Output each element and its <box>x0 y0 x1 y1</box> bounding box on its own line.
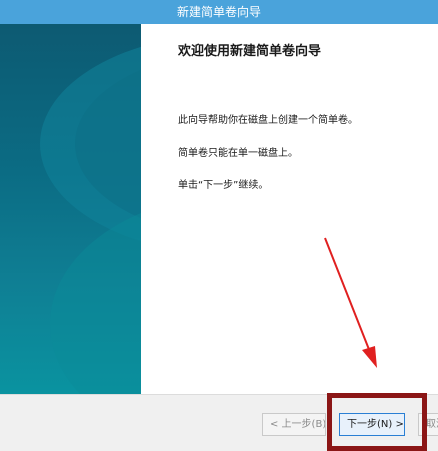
window-title: 新建简单卷向导 <box>176 5 261 19</box>
description-text: 此向导帮助你在磁盘上创建一个简单卷。 <box>178 115 358 126</box>
wizard-footer: < 上一步(B) 下一步(N) > 取消 <box>0 394 438 451</box>
instruction-text: 单击“下一步”继续。 <box>178 180 269 191</box>
back-button[interactable]: < 上一步(B) <box>262 413 326 436</box>
banner-graphic <box>40 46 141 394</box>
wizard-window: 新建简单卷向导 欢迎使用新建简单卷向导 此向导帮助你在磁盘上创建一个简单卷。 简… <box>0 0 438 451</box>
next-button[interactable]: 下一步(N) > <box>339 413 405 436</box>
page-title: 欢迎使用新建简单卷向导 <box>178 44 322 59</box>
title-bar: 新建简单卷向导 <box>0 0 438 24</box>
description-text: 简单卷只能在单一磁盘上。 <box>178 148 298 159</box>
cancel-button[interactable]: 取消 <box>418 413 438 436</box>
wizard-content: 欢迎使用新建简单卷向导 此向导帮助你在磁盘上创建一个简单卷。 简单卷只能在单一磁… <box>142 24 438 394</box>
wizard-banner <box>0 24 141 394</box>
